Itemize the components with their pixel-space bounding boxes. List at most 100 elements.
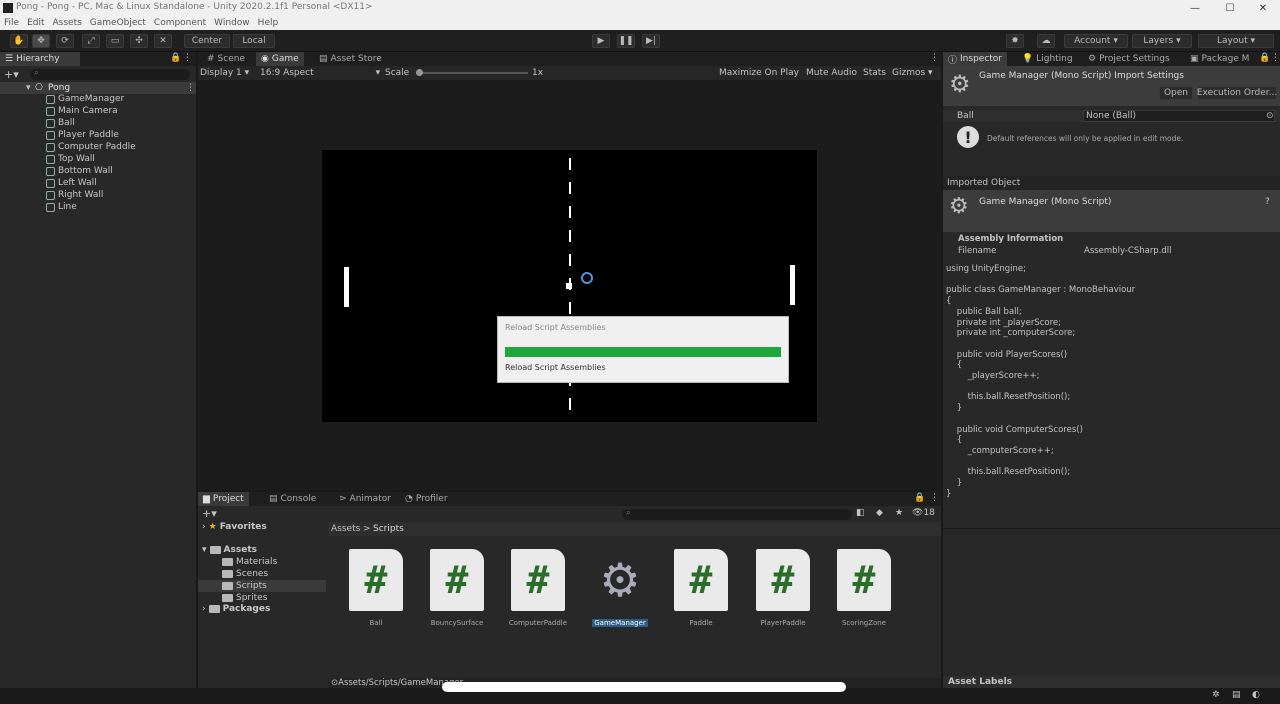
rect-tool-icon[interactable]: ▭ [106, 34, 124, 48]
aspect-dropdown[interactable]: 16:9 Aspect ▾ [260, 68, 380, 78]
mute-audio-toggle[interactable]: Mute Audio [806, 68, 857, 78]
account-dropdown[interactable]: Account ▾ [1064, 34, 1128, 48]
pivot-local-button[interactable]: Local [233, 34, 275, 48]
play-icon[interactable]: ▶ [592, 34, 610, 48]
folder-item[interactable]: Sprites [222, 593, 267, 603]
assets-folder[interactable]: ▾ Assets [202, 545, 257, 555]
hierarchy-item[interactable]: Line [46, 202, 77, 212]
create-icon[interactable]: +▾ [202, 507, 217, 520]
hierarchy-item[interactable]: Top Wall [46, 154, 95, 164]
script-asset[interactable]: # PlayerPaddle [752, 549, 814, 627]
tab-inspector[interactable]: ⓘ Inspector [943, 52, 1007, 66]
cloud-icon[interactable]: ☁ [1037, 34, 1055, 48]
maximize-on-play-toggle[interactable]: Maximize On Play [719, 68, 799, 78]
open-button[interactable]: Open [1159, 86, 1193, 100]
move-tool-icon[interactable]: ✥ [32, 34, 50, 48]
scale-slider-handle[interactable] [416, 69, 423, 76]
scene-row[interactable]: ▾ ⎔ Pong ⋮ [0, 82, 196, 94]
scene-menu-icon[interactable]: ⋮ [186, 83, 195, 93]
breadcrumb-scripts[interactable]: Scripts [373, 524, 404, 534]
hierarchy-item[interactable]: Right Wall [46, 190, 103, 200]
hierarchy-item[interactable]: Computer Paddle [46, 142, 136, 152]
tab-project-settings[interactable]: ⚙ Project Settings [1083, 52, 1175, 66]
execution-order-button[interactable]: Execution Order... [1197, 86, 1277, 100]
hierarchy-item[interactable]: Player Paddle [46, 130, 119, 140]
script-asset[interactable]: # BouncySurface [426, 549, 488, 627]
close-button[interactable]: ✕ [1246, 0, 1280, 16]
folder-item[interactable]: Materials [222, 557, 277, 567]
menu-edit[interactable]: Edit [27, 18, 44, 28]
bug-icon[interactable]: ✲ [1212, 690, 1220, 700]
menu-file[interactable]: File [4, 18, 19, 28]
search-input[interactable]: ⌕ [30, 68, 190, 80]
maximize-button[interactable]: ☐ [1213, 0, 1247, 16]
layers-dropdown[interactable]: Layers ▾ [1132, 34, 1192, 48]
project-menu-icon[interactable]: ⋮ [930, 493, 939, 503]
filter-type-icon[interactable]: ◧ [856, 508, 865, 518]
menu-component[interactable]: Component [154, 18, 206, 28]
hand-tool-icon[interactable]: ✋ [10, 34, 28, 48]
minimize-button[interactable]: — [1178, 0, 1212, 16]
gear-icon: ⚙ [599, 553, 641, 607]
tab-package-manager[interactable]: ▣ Package M [1185, 52, 1254, 66]
folder-icon [222, 558, 233, 566]
tab-asset-store[interactable]: ▤ Asset Store [314, 52, 387, 66]
script-asset[interactable]: # Ball [345, 549, 407, 627]
tab-hierarchy[interactable]: ☰ Hierarchy [0, 52, 80, 66]
breadcrumb-assets[interactable]: Assets [331, 524, 360, 534]
hidden-count-icon[interactable]: 👁18 [912, 508, 935, 518]
project-lock-icon[interactable]: 🔒 [914, 493, 925, 503]
menu-help[interactable]: Help [258, 18, 279, 28]
hierarchy-item[interactable]: Ball [46, 118, 75, 128]
step-icon[interactable]: ▶| [642, 34, 660, 48]
script-asset[interactable]: # Paddle [670, 549, 732, 627]
rotate-tool-icon[interactable]: ⟳ [56, 34, 74, 48]
stats-toggle[interactable]: Stats [863, 68, 886, 78]
scale-tool-icon[interactable]: ⤢ [82, 34, 100, 48]
folder-item[interactable]: Scenes [222, 569, 268, 579]
inspector-lock-icon[interactable]: 🔒 [1259, 53, 1270, 63]
tab-project[interactable]: ▆ Project [198, 492, 249, 506]
script-asset[interactable]: # ScoringZone [833, 549, 895, 627]
game-menu-icon[interactable]: ⋮ [930, 53, 939, 63]
help-icon[interactable]: ? [1265, 197, 1270, 207]
folder-item-selected[interactable]: Scripts [198, 580, 326, 592]
saved-search-icon[interactable]: ★ [895, 508, 903, 518]
tab-lighting[interactable]: 💡 Lighting [1017, 52, 1078, 66]
pivot-center-button[interactable]: Center [184, 34, 230, 48]
pause-icon[interactable]: ❚❚ [617, 34, 635, 48]
lock-icon[interactable]: 🔒 [170, 53, 181, 63]
tab-animator[interactable]: ⋗ Animator [334, 492, 396, 506]
kebab-menu-icon[interactable]: ⋮ [183, 53, 192, 63]
script-asset-selected[interactable]: ⚙ GameManager [589, 549, 651, 628]
menu-window[interactable]: Window [214, 18, 250, 28]
tab-scene[interactable]: # Scene [202, 52, 250, 66]
tab-game[interactable]: ◉ Game [256, 52, 304, 66]
display-dropdown[interactable]: Display 1 ▾ [200, 68, 249, 78]
ball-object-field[interactable]: None (Ball) ⊙ [1083, 110, 1275, 122]
tab-console[interactable]: ▤ Console [264, 492, 321, 506]
inspector-menu-icon[interactable]: ⋮ [1271, 53, 1280, 63]
hierarchy-item[interactable]: Main Camera [46, 106, 118, 116]
filter-label-icon[interactable]: ◆ [876, 508, 883, 518]
hierarchy-item[interactable]: Left Wall [46, 178, 97, 188]
menu-gameobject[interactable]: GameObject [90, 18, 146, 28]
custom-tool-icon[interactable]: ✕ [154, 34, 172, 48]
transform-tool-icon[interactable]: ✣ [130, 34, 148, 48]
console-status-icon[interactable]: ▤ [1232, 690, 1241, 700]
scale-slider[interactable] [416, 69, 528, 76]
collab-icon[interactable]: ✸ [1006, 34, 1024, 48]
layout-dropdown[interactable]: Layout ▾ [1198, 34, 1274, 48]
script-asset[interactable]: # ComputerPaddle [507, 549, 569, 627]
hierarchy-item[interactable]: GameManager [46, 94, 124, 104]
menu-assets[interactable]: Assets [53, 18, 82, 28]
project-search-input[interactable]: ⌕ [622, 508, 852, 520]
favorites-item[interactable]: › ★ Favorites [202, 522, 267, 532]
progress-status-icon[interactable]: ◐ [1252, 690, 1260, 700]
packages-folder[interactable]: › Packages [202, 604, 270, 614]
tab-profiler[interactable]: ◔ Profiler [400, 492, 453, 506]
gizmos-dropdown[interactable]: Gizmos ▾ [892, 68, 933, 78]
add-icon[interactable]: +▾ [4, 68, 19, 81]
hierarchy-item[interactable]: Bottom Wall [46, 166, 113, 176]
object-picker-icon[interactable]: ⊙ [1266, 111, 1274, 121]
